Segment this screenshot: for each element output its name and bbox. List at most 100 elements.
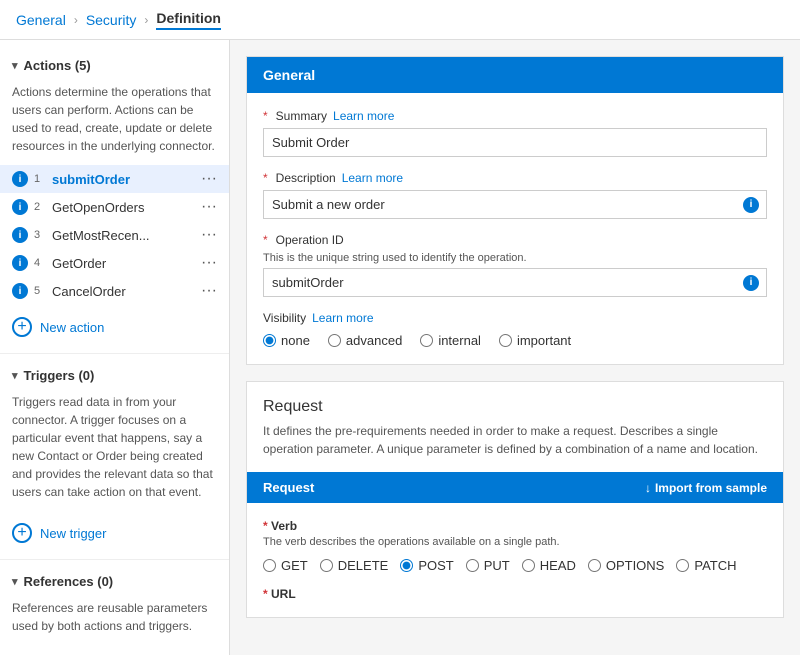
visibility-advanced-option[interactable]: advanced	[328, 333, 402, 348]
action-info-icon-2: i	[12, 199, 28, 215]
operation-id-required: *	[263, 233, 268, 247]
visibility-internal-radio[interactable]	[420, 334, 433, 347]
action-num-5: 5	[34, 285, 48, 297]
verb-delete-option[interactable]: DELETE	[320, 558, 389, 573]
description-required: *	[263, 171, 268, 185]
sidebar: ▾ Actions (5) Actions determine the oper…	[0, 40, 230, 655]
action-dots-5[interactable]: ···	[201, 282, 217, 300]
summary-learn-more-link[interactable]: Learn more	[333, 109, 394, 123]
visibility-learn-more-link[interactable]: Learn more	[312, 311, 373, 325]
action-item-5[interactable]: i 5 CancelOrder ···	[0, 277, 229, 305]
description-input-wrap: i	[263, 190, 767, 219]
url-required: *	[263, 587, 268, 601]
verb-options-radio[interactable]	[588, 559, 601, 572]
summary-input[interactable]	[263, 128, 767, 157]
visibility-label: Visibility Learn more	[263, 311, 767, 325]
verb-head-option[interactable]: HEAD	[522, 558, 576, 573]
description-info-icon: i	[743, 197, 759, 213]
description-learn-more-link[interactable]: Learn more	[342, 171, 403, 185]
summary-label-text: Summary	[276, 109, 327, 123]
content-area: General * Summary Learn more *	[230, 40, 800, 655]
action-item-3[interactable]: i 3 GetMostRecen... ···	[0, 221, 229, 249]
url-label: * URL	[263, 587, 767, 601]
new-action-button[interactable]: + New action	[0, 309, 229, 345]
action-info-icon-1: i	[12, 171, 28, 187]
description-label: * Description Learn more	[263, 171, 767, 185]
breadcrumb-general[interactable]: General	[16, 12, 66, 28]
action-item-2[interactable]: i 2 GetOpenOrders ···	[0, 193, 229, 221]
verb-put-label: PUT	[484, 558, 510, 573]
visibility-section: Visibility Learn more none advanced	[263, 311, 767, 348]
action-dots-3[interactable]: ···	[201, 226, 217, 244]
action-dots-1[interactable]: ···	[201, 170, 217, 188]
new-action-label: New action	[40, 320, 104, 335]
visibility-advanced-radio[interactable]	[328, 334, 341, 347]
verb-delete-label: DELETE	[338, 558, 389, 573]
actions-section-header[interactable]: ▾ Actions (5)	[0, 52, 229, 79]
verb-head-radio[interactable]	[522, 559, 535, 572]
request-header: Request ↓ Import from sample	[247, 472, 783, 503]
summary-label: * Summary Learn more	[263, 109, 767, 123]
action-item-4[interactable]: i 4 GetOrder ···	[0, 249, 229, 277]
verb-head-label: HEAD	[540, 558, 576, 573]
breadcrumb-security[interactable]: Security	[86, 12, 137, 28]
visibility-none-label: none	[281, 333, 310, 348]
description-field-group: * Description Learn more i	[263, 171, 767, 219]
download-icon: ↓	[645, 481, 651, 495]
visibility-important-radio[interactable]	[499, 334, 512, 347]
visibility-important-label: important	[517, 333, 571, 348]
action-name-4: GetOrder	[52, 256, 201, 271]
operation-id-desc: This is the unique string used to identi…	[263, 252, 767, 264]
operation-id-input[interactable]	[263, 268, 767, 297]
verb-post-radio[interactable]	[400, 559, 413, 572]
breadcrumb-sep-2: ›	[144, 13, 148, 27]
action-dots-4[interactable]: ···	[201, 254, 217, 272]
breadcrumb-definition[interactable]: Definition	[156, 10, 221, 30]
verb-get-radio[interactable]	[263, 559, 276, 572]
new-trigger-button[interactable]: + New trigger	[0, 515, 229, 551]
verb-post-option[interactable]: POST	[400, 558, 453, 573]
actions-description: Actions determine the operations that us…	[0, 79, 229, 165]
visibility-internal-option[interactable]: internal	[420, 333, 481, 348]
verb-options-option[interactable]: OPTIONS	[588, 558, 665, 573]
summary-field-group: * Summary Learn more	[263, 109, 767, 157]
verb-delete-radio[interactable]	[320, 559, 333, 572]
references-section-header[interactable]: ▾ References (0)	[0, 568, 229, 595]
new-trigger-label: New trigger	[40, 526, 106, 541]
action-item-1[interactable]: i 1 submitOrder ···	[0, 165, 229, 193]
action-num-3: 3	[34, 229, 48, 241]
url-label-text: URL	[271, 587, 296, 601]
action-dots-2[interactable]: ···	[201, 198, 217, 216]
breadcrumb: General › Security › Definition	[0, 0, 800, 40]
references-chevron: ▾	[12, 575, 18, 588]
operation-id-info-icon: i	[743, 275, 759, 291]
request-title: Request	[247, 382, 783, 422]
visibility-none-option[interactable]: none	[263, 333, 310, 348]
triggers-header-label: Triggers (0)	[24, 368, 95, 383]
new-action-plus-icon: +	[12, 317, 32, 337]
visibility-none-radio[interactable]	[263, 334, 276, 347]
verb-put-radio[interactable]	[466, 559, 479, 572]
operation-id-label-text: Operation ID	[276, 233, 344, 247]
sidebar-divider-2	[0, 559, 229, 560]
actions-header-label: Actions (5)	[24, 58, 91, 73]
verb-patch-radio[interactable]	[676, 559, 689, 572]
verb-patch-option[interactable]: PATCH	[676, 558, 736, 573]
verb-get-option[interactable]: GET	[263, 558, 308, 573]
references-header-label: References (0)	[24, 574, 114, 589]
verb-put-option[interactable]: PUT	[466, 558, 510, 573]
references-description: References are reusable parameters used …	[0, 595, 229, 645]
import-from-sample-link[interactable]: ↓ Import from sample	[645, 481, 767, 495]
action-name-1: submitOrder	[52, 172, 201, 187]
action-info-icon-4: i	[12, 255, 28, 271]
request-body: * Verb The verb describes the operations…	[247, 503, 783, 617]
description-input[interactable]	[263, 190, 767, 219]
triggers-section-header[interactable]: ▾ Triggers (0)	[0, 362, 229, 389]
action-info-icon-3: i	[12, 227, 28, 243]
visibility-important-option[interactable]: important	[499, 333, 571, 348]
actions-chevron: ▾	[12, 59, 18, 72]
operation-id-input-wrap: i	[263, 268, 767, 297]
verb-required: *	[263, 519, 268, 533]
new-trigger-plus-icon: +	[12, 523, 32, 543]
request-header-label: Request	[263, 480, 314, 495]
